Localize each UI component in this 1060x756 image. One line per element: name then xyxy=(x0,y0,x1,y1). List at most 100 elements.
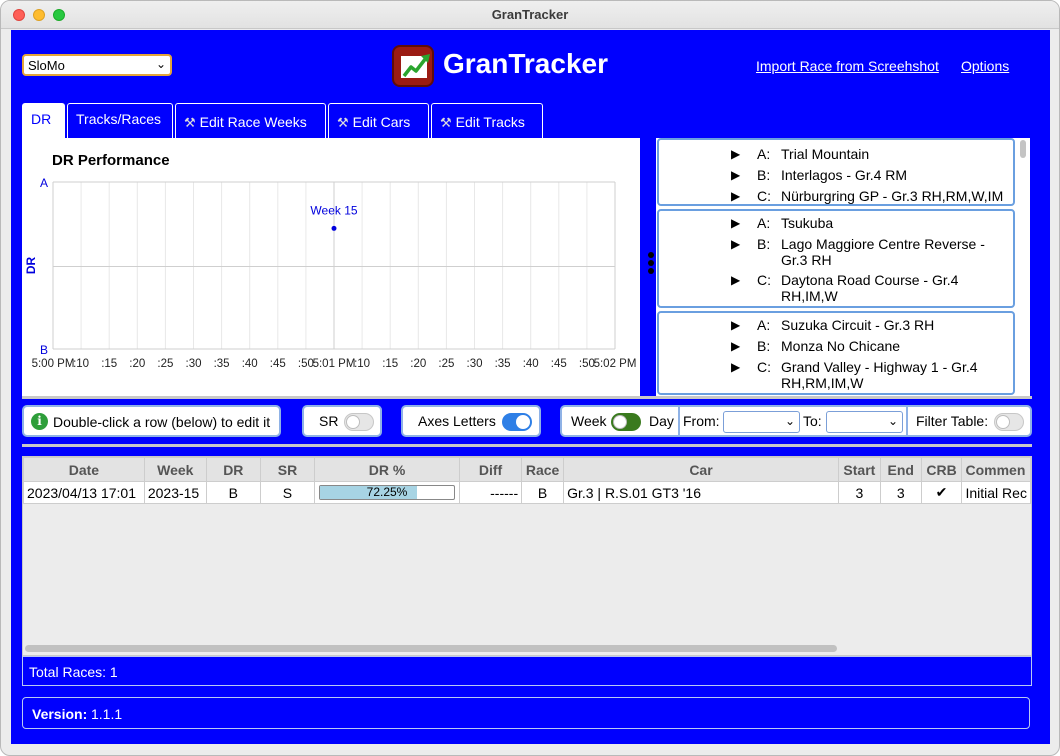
filter-table-label: Filter Table: xyxy=(916,413,989,429)
cell-date: 2023/04/13 17:01 xyxy=(23,481,145,504)
race-name: Daytona Road Course - Gr.4 RH,IM,W xyxy=(781,272,959,304)
column-header-car[interactable]: Car xyxy=(563,457,839,482)
chevron-down-icon: ⌄ xyxy=(887,414,898,428)
dr-chart-panel: DR Performance 5:00 PM:10:15:20:25:30:35:… xyxy=(22,138,640,396)
axes-letters-toggle[interactable] xyxy=(502,413,532,431)
column-header-start[interactable]: Start xyxy=(837,457,881,482)
chart-x-tick-label: :50 xyxy=(298,358,314,370)
chart-x-tick-label: 5:02 PM xyxy=(594,358,637,370)
week-label: Week xyxy=(571,413,607,429)
column-header-week[interactable]: Week xyxy=(143,457,207,482)
chart-x-tick-label: :30 xyxy=(186,358,202,370)
play-icon: ▶ xyxy=(731,216,741,230)
chart-x-tick-label: 5:00 PM xyxy=(32,358,75,370)
chart-title: DR Performance xyxy=(52,152,170,169)
edit-hint-box: i Double-click a row (below) to edit it xyxy=(22,405,281,437)
from-label: From: xyxy=(683,413,720,429)
tools-icon: ⚒ xyxy=(440,115,452,130)
sr-toggle-box: SR xyxy=(302,405,382,437)
chart-data-label: Week 15 xyxy=(310,203,357,217)
table-row[interactable]: 2023/04/13 17:01 2023-15 B S 72.25% ----… xyxy=(23,481,1031,504)
total-races-text: Total Races: 1 xyxy=(29,664,118,680)
chart-y-tick-label: B xyxy=(40,343,48,357)
edit-hint-text: Double-click a row (below) to edit it xyxy=(53,414,271,430)
title-bar: GranTracker xyxy=(1,1,1059,29)
tab-label: Tracks/Races xyxy=(76,111,162,127)
column-header-crb[interactable]: CRB xyxy=(920,457,963,482)
play-icon: ▶ xyxy=(731,237,741,251)
sr-toggle[interactable] xyxy=(344,413,374,431)
filter-table-toggle[interactable] xyxy=(994,413,1024,431)
tab-tracks-races[interactable]: Tracks/Races xyxy=(67,103,173,138)
profile-select-value: SloMo xyxy=(28,58,65,73)
cell-sr: S xyxy=(259,481,316,504)
race-week-card: ▶ A: Tsukuba ▶ B: Lago Maggiore Centre R… xyxy=(657,209,1015,308)
tab-edit-cars[interactable]: ⚒ Edit Cars xyxy=(328,103,429,138)
races-scrollbar[interactable] xyxy=(1020,140,1026,158)
panel-splitter-handle[interactable] xyxy=(647,250,655,280)
chart-x-tick-label: :45 xyxy=(270,358,286,370)
column-header-comment[interactable]: Commen xyxy=(961,457,1031,482)
column-header-date[interactable]: Date xyxy=(23,457,145,482)
race-letter: B: xyxy=(757,236,771,252)
column-header-diff[interactable]: Diff xyxy=(458,457,523,482)
race-weeks-list[interactable]: ▶ A: Trial Mountain ▶ B: Interlagos - Gr… xyxy=(656,138,1030,396)
app-content: SloMo ⌄ GranTracker Import Race from Scr… xyxy=(11,30,1050,744)
cell-car: Gr.3 | R.S.01 GT3 '16 xyxy=(563,481,839,504)
table-horizontal-scrollbar[interactable] xyxy=(25,645,837,652)
column-header-end[interactable]: End xyxy=(879,457,922,482)
profile-select[interactable]: SloMo ⌄ xyxy=(22,54,172,76)
chevron-down-icon: ⌄ xyxy=(784,414,795,428)
tab-edit-race-weeks[interactable]: ⚒ Edit Race Weeks xyxy=(175,103,326,138)
tools-icon: ⚒ xyxy=(337,115,349,130)
chart-x-tick-label: :25 xyxy=(157,358,173,370)
column-header-dr[interactable]: DR xyxy=(205,457,261,482)
app-window: GranTracker SloMo ⌄ GranTracker Import R… xyxy=(0,0,1060,756)
chart-x-tick-label: :10 xyxy=(354,358,370,370)
tab-edit-tracks[interactable]: ⚒ Edit Tracks xyxy=(431,103,543,138)
cell-dr: B xyxy=(205,481,261,504)
race-name: Suzuka Circuit - Gr.3 RH xyxy=(781,317,935,333)
app-logo-icon xyxy=(392,45,434,87)
window-title: GranTracker xyxy=(491,7,569,22)
chart-x-tick-label: :35 xyxy=(495,358,511,370)
from-select[interactable]: ⌄ xyxy=(723,411,800,433)
tab-label: DR xyxy=(31,111,52,127)
version-label: Version: xyxy=(32,706,88,722)
chart-x-tick-label: :35 xyxy=(214,358,230,370)
day-label: Day xyxy=(649,413,674,429)
tools-icon: ⚒ xyxy=(184,115,196,130)
chart-x-tick-label: :25 xyxy=(438,358,454,370)
play-icon: ▶ xyxy=(731,318,741,332)
race-letter: A: xyxy=(757,146,771,162)
race-letter: A: xyxy=(757,317,771,333)
chevron-down-icon: ⌄ xyxy=(155,57,166,71)
race-name: Tsukuba xyxy=(781,215,834,231)
play-icon: ▶ xyxy=(731,168,741,182)
column-header-sr[interactable]: SR xyxy=(259,457,316,482)
tab-label: Edit Cars xyxy=(352,114,411,130)
cell-diff: ------ xyxy=(458,481,523,504)
chart-x-tick-label: :30 xyxy=(467,358,483,370)
race-week-card: ▶ A: Suzuka Circuit - Gr.3 RH ▶ B: Monza… xyxy=(657,311,1015,395)
date-filter-box: Week Day From: ⌄ To: ⌄ Filter Table: xyxy=(560,405,1032,437)
to-label: To: xyxy=(803,413,822,429)
divider xyxy=(22,396,1032,399)
chart-x-tick-label: :20 xyxy=(129,358,145,370)
race-name: Nürburgring GP - Gr.3 RH,RM,W,IM xyxy=(781,188,1004,204)
sr-label: SR xyxy=(319,413,339,429)
axes-letters-box: Axes Letters xyxy=(401,405,541,437)
tab-dr[interactable]: DR xyxy=(22,103,65,138)
chart-x-tick-label: :10 xyxy=(73,358,89,370)
version-box: Version: 1.1.1 xyxy=(22,697,1030,729)
to-select[interactable]: ⌄ xyxy=(826,411,903,433)
play-icon: ▶ xyxy=(731,147,741,161)
column-header-race[interactable]: Race xyxy=(521,457,565,482)
import-race-link[interactable]: Import Race from Screehshot xyxy=(756,58,939,74)
races-table-container[interactable]: Date Week DR SR DR % Diff Race Car Start… xyxy=(22,456,1032,656)
options-link[interactable]: Options xyxy=(961,58,1009,74)
week-day-toggle[interactable] xyxy=(611,413,641,431)
totals-bar: Total Races: 1 xyxy=(22,656,1032,686)
chart-x-tick-label: :50 xyxy=(579,358,595,370)
column-header-dr-pct[interactable]: DR % xyxy=(314,457,460,482)
